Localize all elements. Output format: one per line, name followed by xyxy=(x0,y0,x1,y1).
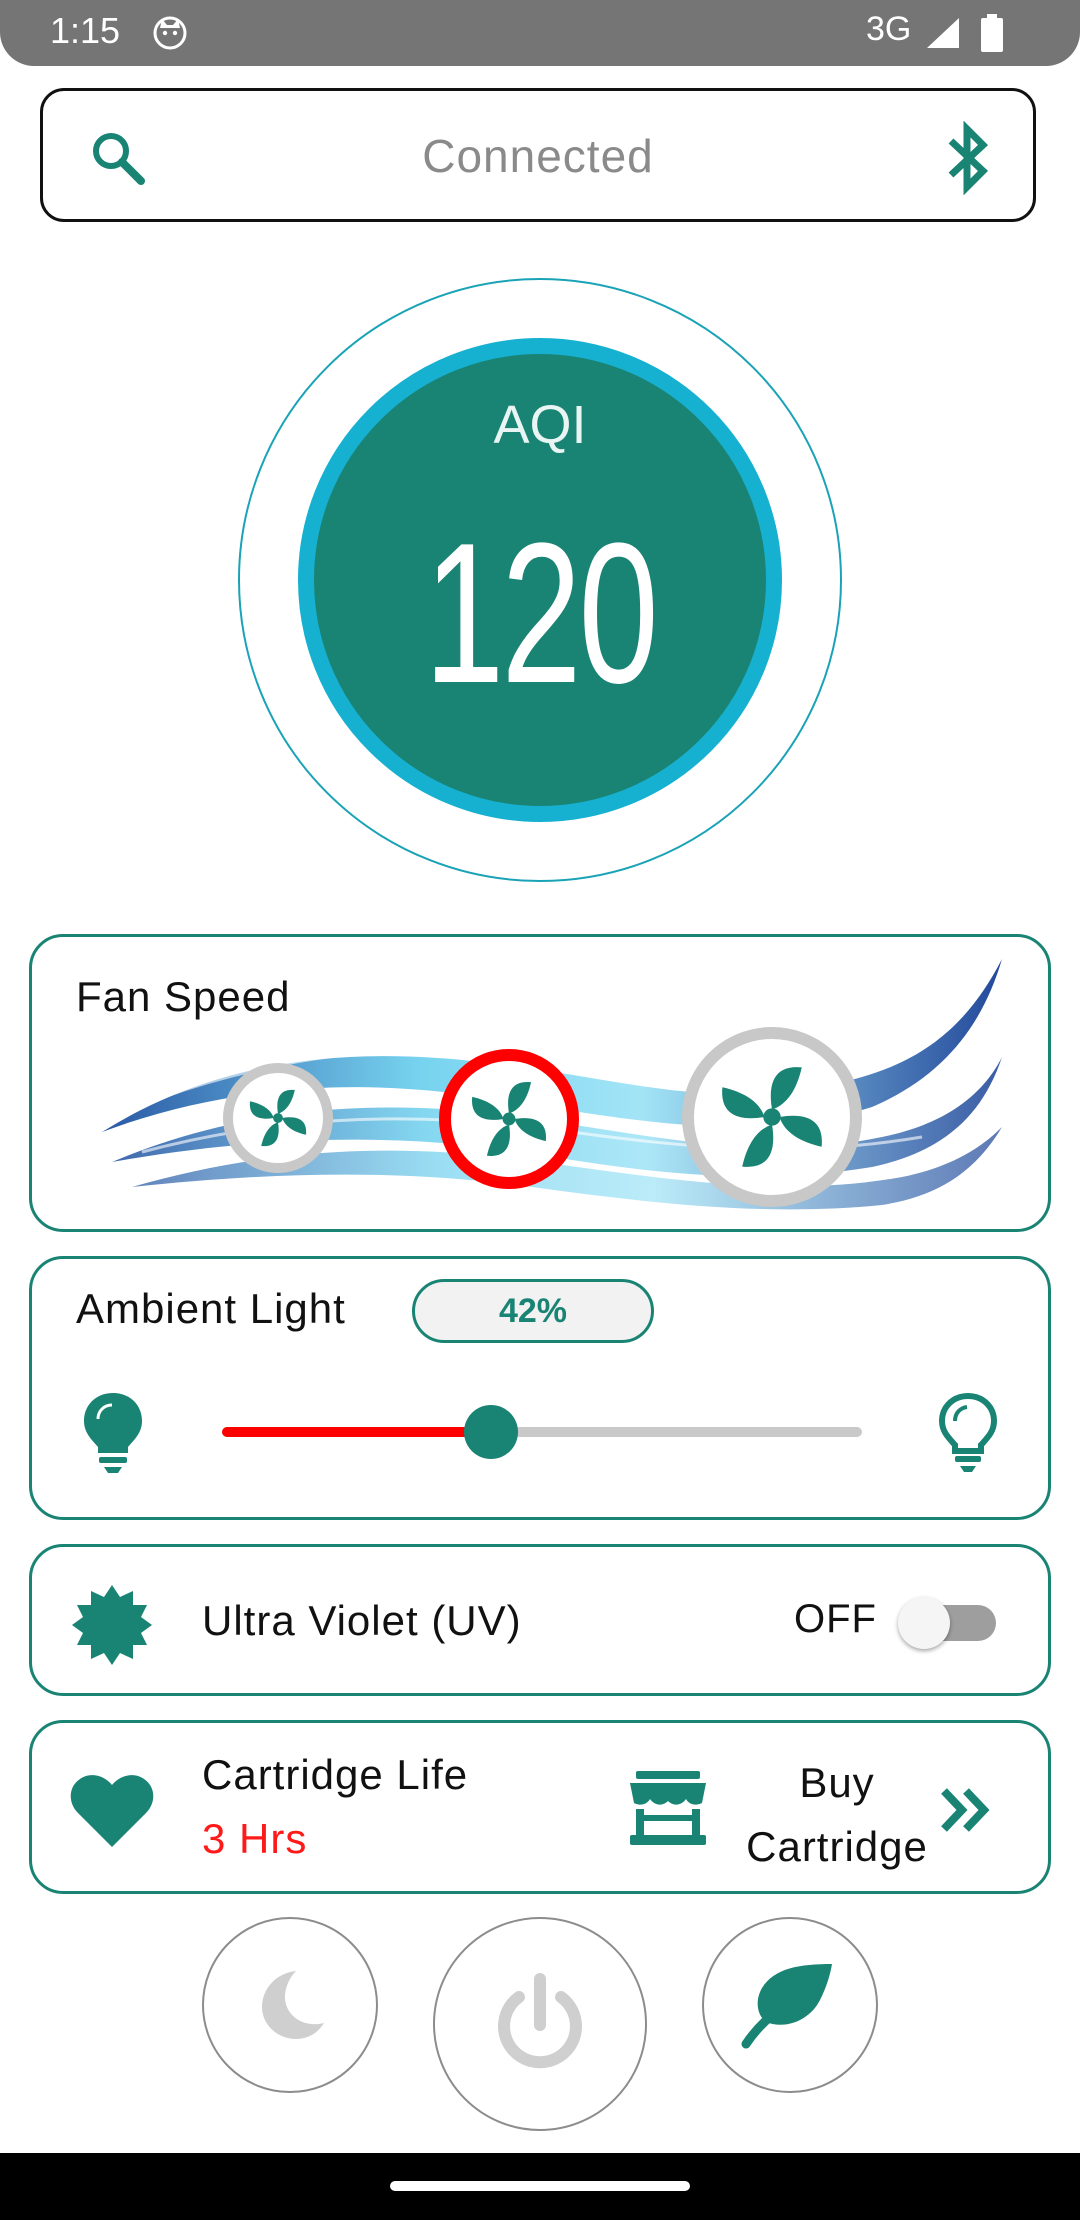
cartridge-card: Cartridge Life 3 Hrs Buy Cartridge xyxy=(29,1720,1051,1894)
aqi-gauge: AQI 120 xyxy=(298,338,782,822)
leaf-icon xyxy=(741,1964,832,2049)
uv-toggle-knob[interactable] xyxy=(898,1597,950,1649)
store-icon[interactable] xyxy=(628,1769,708,1849)
heart-icon xyxy=(70,1775,154,1847)
power-icon xyxy=(498,1973,582,2069)
aqi-value: 120 xyxy=(424,502,659,725)
fan-medium-button[interactable] xyxy=(439,1049,579,1189)
status-time: 1:15 xyxy=(50,10,121,51)
double-chevron-right-icon[interactable] xyxy=(938,1785,994,1835)
home-gesture-handle[interactable] xyxy=(390,2181,690,2191)
fan-icon xyxy=(249,1089,307,1147)
buy-label-line2: Cartridge xyxy=(746,1823,928,1870)
bulb-off-icon[interactable] xyxy=(937,1391,999,1475)
signal-icon xyxy=(927,18,959,48)
fan-speed-card: Fan Speed xyxy=(29,934,1051,1232)
fan-icon xyxy=(472,1082,546,1156)
network-type: 3G xyxy=(866,10,912,48)
cartridge-life-value: 3 Hrs xyxy=(202,1815,308,1862)
cartridge-life-label: Cartridge Life xyxy=(202,1751,469,1798)
bulb-on-icon[interactable] xyxy=(82,1391,144,1475)
cat-notification-icon xyxy=(153,16,187,50)
status-bar: 1:15 3G xyxy=(0,0,1080,66)
light-slider[interactable] xyxy=(222,1405,862,1459)
battery-icon xyxy=(981,14,1003,52)
fan-high-button[interactable] xyxy=(682,1027,862,1207)
uv-state: OFF xyxy=(794,1597,877,1641)
aqi-label: AQI xyxy=(493,395,587,455)
eco-mode-button[interactable] xyxy=(702,1917,878,2093)
ambient-light-card: Ambient Light 42% xyxy=(29,1256,1051,1520)
fan-icon xyxy=(722,1067,822,1167)
buy-cartridge-link[interactable]: Buy Cartridge xyxy=(722,1751,952,1879)
uv-card: Ultra Violet (UV) OFF xyxy=(29,1544,1051,1696)
uv-sun-icon xyxy=(72,1585,152,1665)
night-mode-button[interactable] xyxy=(202,1917,378,2093)
power-button[interactable] xyxy=(433,1917,647,2131)
bluetooth-icon[interactable] xyxy=(943,121,993,195)
light-slider-thumb[interactable] xyxy=(463,1405,518,1459)
system-nav-bar xyxy=(0,2153,1080,2220)
buy-label-line1: Buy xyxy=(799,1759,875,1806)
fan-low-button[interactable] xyxy=(223,1063,333,1173)
uv-label: Ultra Violet (UV) xyxy=(202,1597,522,1644)
moon-icon xyxy=(262,1971,324,2039)
light-slider-fill xyxy=(222,1427,491,1437)
connection-bar[interactable]: Connected xyxy=(40,88,1036,222)
ambient-light-percent: 42% xyxy=(412,1279,654,1343)
connection-status: Connected xyxy=(422,130,654,182)
ambient-light-title: Ambient Light xyxy=(76,1285,346,1332)
